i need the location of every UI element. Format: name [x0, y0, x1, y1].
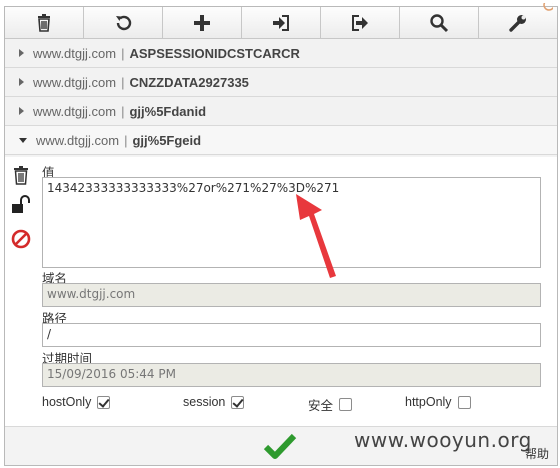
expiration-field[interactable]: 15/09/2016 05:44 PM	[42, 363, 541, 387]
expand-arrow-icon	[19, 107, 24, 115]
session-label: session	[183, 395, 226, 409]
httponly-label: httpOnly	[405, 395, 452, 409]
search-button[interactable]	[400, 7, 479, 38]
secure-box[interactable]	[339, 398, 353, 411]
cookie-name: ASPSESSIONIDCSTCARCR	[129, 45, 300, 61]
plus-icon	[194, 14, 210, 31]
httponly-box[interactable]	[457, 395, 471, 409]
import-button[interactable]	[242, 7, 321, 38]
expand-arrow-icon	[19, 78, 24, 86]
export-button[interactable]	[321, 7, 400, 38]
cookie-name: gjj%5Fgeid	[132, 132, 202, 148]
cookie-domain: www.dtgjj.com	[33, 103, 117, 119]
cookie-name: CNZZDATA2927335	[129, 74, 249, 90]
hostonly-checkbox[interactable]: hostOnly	[42, 395, 111, 409]
separator: |	[121, 103, 125, 119]
refresh-icon	[116, 15, 132, 30]
cookie-domain: www.dtgjj.com	[36, 132, 120, 148]
delete-all-button[interactable]	[5, 7, 84, 38]
separator: |	[121, 45, 125, 61]
httponly-checkbox[interactable]: httpOnly	[405, 395, 471, 409]
cookie-name: gjj%5Fdanid	[129, 103, 207, 119]
separator: |	[124, 132, 128, 148]
delete-cookie-icon[interactable]	[11, 165, 31, 185]
search-icon	[430, 13, 449, 32]
domain-field[interactable]: www.dtgjj.com	[42, 283, 541, 307]
window-corner-icon	[543, 3, 553, 11]
separator: |	[121, 74, 125, 90]
secure-checkbox[interactable]: 安全	[308, 395, 353, 414]
add-cookie-button[interactable]	[163, 7, 242, 38]
expand-arrow-icon	[19, 49, 24, 57]
cookie-domain: www.dtgjj.com	[33, 74, 117, 90]
collapse-arrow-icon	[19, 137, 27, 143]
cookie-row[interactable]: www.dtgjj.com | gjj%5Fdanid	[5, 97, 557, 126]
cookie-actions	[11, 165, 33, 259]
save-button[interactable]	[263, 431, 297, 464]
secure-label: 安全	[308, 399, 334, 413]
block-icon[interactable]	[11, 229, 31, 249]
import-icon	[273, 14, 289, 31]
cookie-flags: hostOnly session 安全 httpOnly	[42, 395, 542, 413]
cookie-details-panel: 值 14342333333333333%27or%271%27%3D%271 域…	[5, 157, 557, 427]
annotation-arrow-icon	[296, 194, 336, 278]
trash-icon	[38, 13, 50, 32]
toolbar	[5, 7, 557, 39]
path-field[interactable]: /	[42, 323, 541, 347]
session-box[interactable]	[231, 395, 245, 409]
hostonly-box[interactable]	[97, 395, 111, 409]
cookie-row-expanded[interactable]: www.dtgjj.com | gjj%5Fgeid	[5, 126, 557, 155]
cookie-editor-popup: www.dtgjj.com | ASPSESSIONIDCSTCARCR www…	[4, 3, 558, 466]
session-checkbox[interactable]: session	[183, 395, 245, 409]
export-icon	[352, 14, 368, 31]
unlock-icon[interactable]	[11, 195, 33, 215]
cookie-row[interactable]: www.dtgjj.com | ASPSESSIONIDCSTCARCR	[5, 39, 557, 68]
cookie-domain: www.dtgjj.com	[33, 45, 117, 61]
watermark: www.wooyun.org	[354, 428, 532, 452]
checkmark-icon	[263, 433, 297, 459]
cookie-row[interactable]: www.dtgjj.com | CNZZDATA2927335	[5, 68, 557, 97]
refresh-button[interactable]	[84, 7, 163, 38]
hostonly-label: hostOnly	[42, 395, 92, 409]
wrench-icon	[509, 14, 526, 32]
